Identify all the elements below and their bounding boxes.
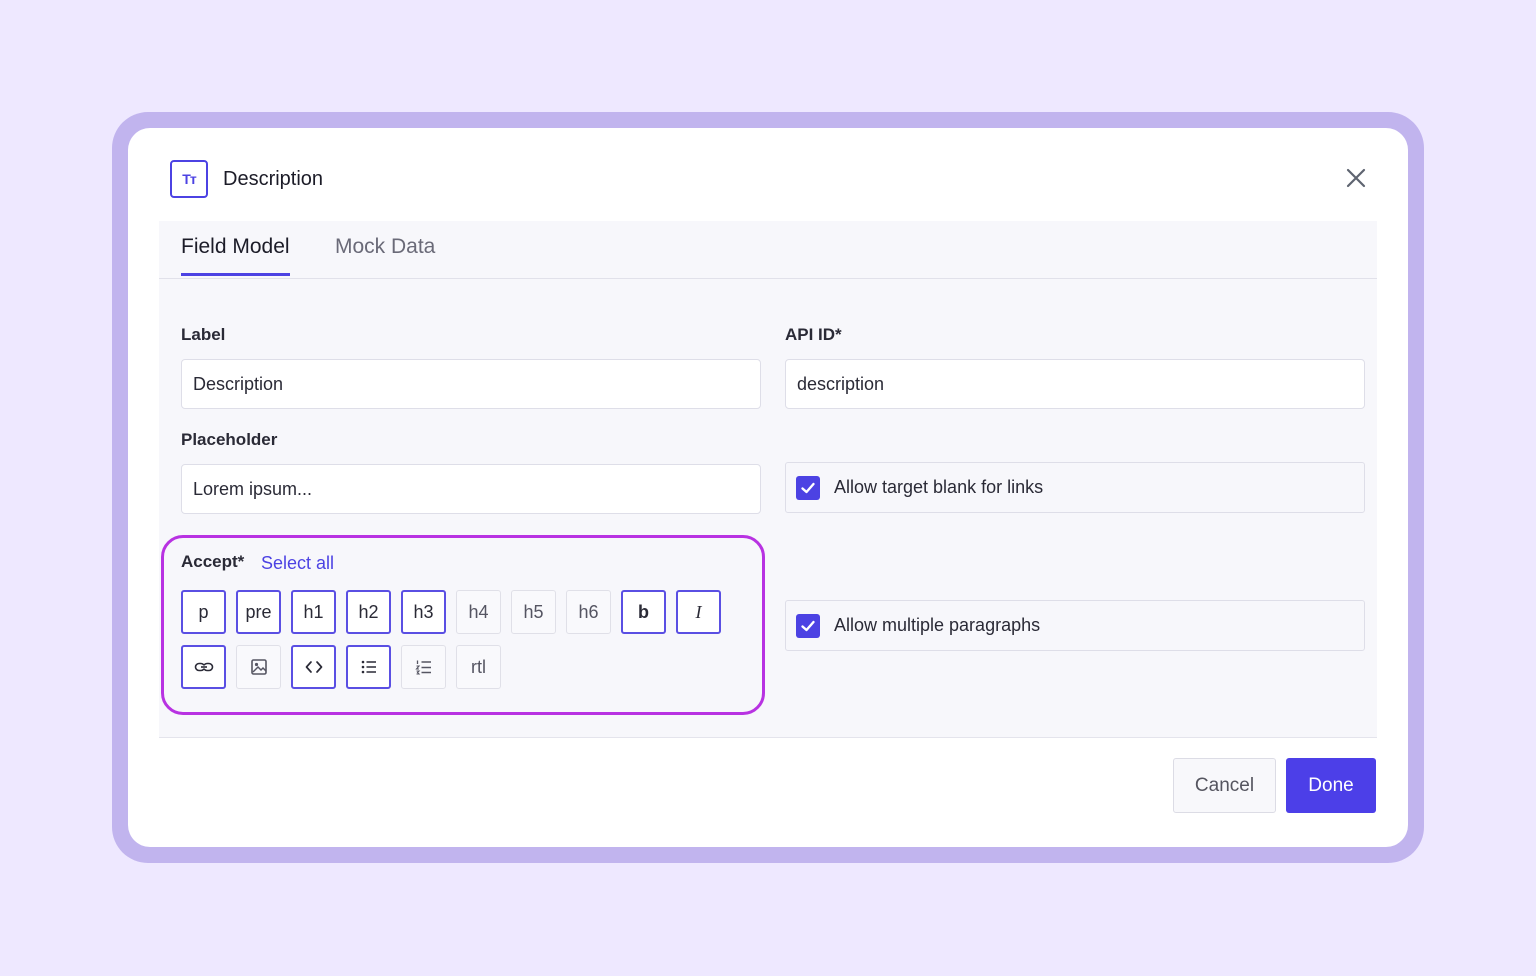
accept-chip-bold[interactable]: b (621, 590, 666, 634)
text-type-icon: Tт (170, 160, 208, 198)
accept-chip-numbered-list[interactable] (401, 645, 446, 689)
label-input[interactable] (181, 359, 761, 409)
dialog-title: Description (223, 167, 324, 190)
code-icon (305, 661, 322, 673)
tab-bar: Field Model Mock Data (159, 221, 1377, 279)
label-field-label: Label (181, 325, 226, 344)
accept-chip-link[interactable] (181, 645, 226, 689)
accept-chip-image[interactable] (236, 645, 281, 689)
cancel-button[interactable]: Cancel (1173, 758, 1276, 813)
image-icon (250, 659, 267, 675)
link-icon (194, 662, 213, 672)
accept-chip-h1[interactable]: h1 (291, 590, 336, 634)
accept-chip-rtl[interactable]: rtl (456, 645, 501, 689)
allow-target-blank-option[interactable]: Allow target blank for links (785, 462, 1365, 513)
checkmark-icon (801, 482, 815, 493)
allow-multiple-paragraphs-option[interactable]: Allow multiple paragraphs (785, 600, 1365, 651)
accept-chip-h5[interactable]: h5 (511, 590, 556, 634)
placeholder-field-label: Placeholder (181, 430, 278, 449)
done-button[interactable]: Done (1286, 758, 1376, 813)
accept-chip-h2[interactable]: h2 (346, 590, 391, 634)
tab-mock-data[interactable]: Mock Data (335, 235, 435, 273)
allow-target-blank-checkbox[interactable] (796, 475, 820, 500)
accept-chip-p[interactable]: p (181, 590, 226, 634)
placeholder-input[interactable] (181, 464, 761, 514)
accept-label: Accept* (181, 552, 245, 571)
api-id-input[interactable] (785, 359, 1365, 409)
numbered-list-icon (414, 660, 431, 675)
accept-chip-h6[interactable]: h6 (566, 590, 611, 634)
close-icon[interactable] (1344, 166, 1368, 190)
select-all-link[interactable]: Select all (261, 553, 334, 574)
accept-chip-italic[interactable]: I (676, 590, 721, 634)
bulleted-list-icon (361, 660, 376, 674)
accept-chip-h4[interactable]: h4 (456, 590, 501, 634)
checkmark-icon (801, 620, 815, 631)
tab-field-model[interactable]: Field Model (181, 235, 290, 276)
field-settings-dialog: Tт Description Field Model Mock Data Lab… (128, 128, 1408, 847)
accept-chip-code[interactable] (291, 645, 336, 689)
allow-multiple-paragraphs-label: Allow multiple paragraphs (834, 615, 1041, 635)
allow-target-blank-label: Allow target blank for links (834, 477, 1044, 497)
accept-chip-pre[interactable]: pre (236, 590, 281, 634)
allow-multiple-paragraphs-checkbox[interactable] (796, 613, 820, 638)
dialog-header: Tт Description (170, 160, 323, 198)
accept-chip-h3[interactable]: h3 (401, 590, 446, 634)
accept-chip-bulleted-list[interactable] (346, 645, 391, 689)
field-model-panel: Field Model Mock Data Label API ID* Plac… (159, 221, 1377, 738)
api-id-field-label: API ID* (785, 325, 842, 344)
